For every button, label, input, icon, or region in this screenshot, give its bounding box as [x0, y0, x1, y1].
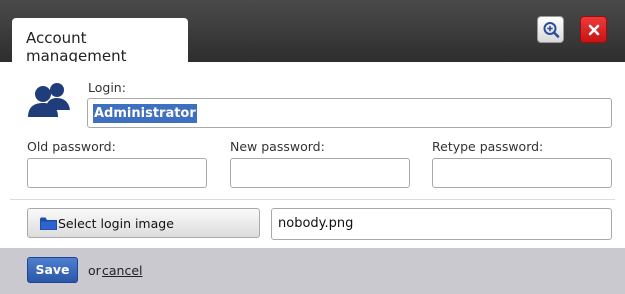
login-label: Login: — [88, 80, 126, 95]
or-text: or — [88, 263, 101, 278]
retype-password-label: Retype password: — [432, 139, 544, 154]
close-icon — [588, 24, 600, 36]
users-icon — [28, 83, 70, 117]
zoom-button[interactable] — [537, 16, 564, 43]
folder-icon — [40, 217, 57, 230]
zoom-in-icon — [543, 22, 560, 38]
divider — [10, 199, 615, 200]
retype-password-field[interactable] — [432, 158, 612, 188]
new-password-field[interactable] — [230, 158, 410, 188]
cancel-link[interactable]: cancel — [102, 263, 143, 278]
tab-label: Account management — [26, 29, 127, 65]
old-password-label: Old password: — [27, 139, 116, 154]
select-login-image-button[interactable]: Select login image — [27, 208, 260, 238]
new-password-label: New password: — [230, 139, 325, 154]
login-image-filename-field[interactable]: nobody.png — [271, 208, 612, 240]
close-button[interactable] — [580, 16, 607, 43]
login-input[interactable]: Administrator — [87, 98, 612, 128]
old-password-field[interactable] — [27, 158, 207, 188]
select-login-image-label: Select login image — [58, 216, 174, 231]
dialog-footer: Save or cancel — [0, 248, 625, 294]
tab-account-management[interactable]: Account management — [12, 18, 188, 65]
dialog-header: Account management — [0, 0, 625, 65]
save-button[interactable]: Save — [27, 257, 78, 283]
login-value: Administrator — [93, 104, 197, 123]
